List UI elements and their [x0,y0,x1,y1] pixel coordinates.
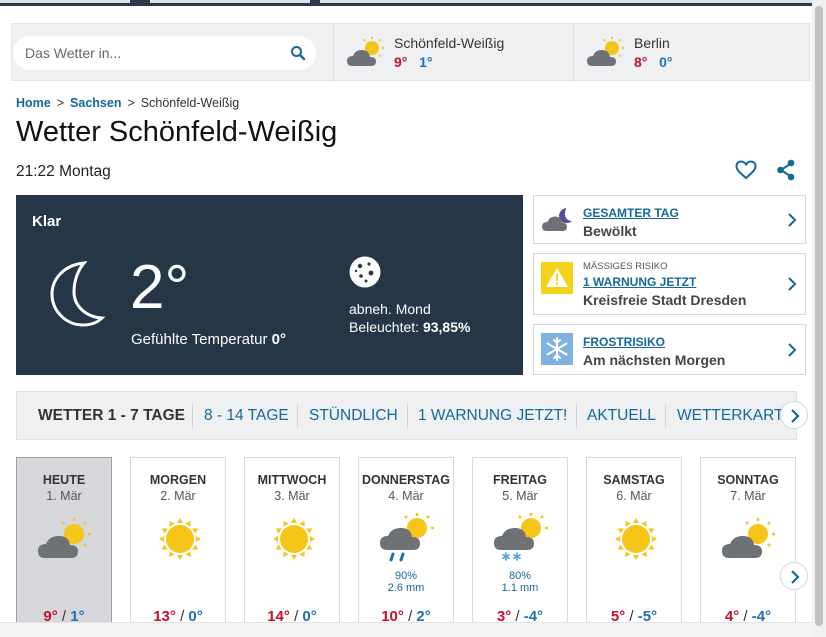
current-time: 21:22 Montag [16,163,111,180]
tab-warning[interactable]: 1 WARNUNG JETZT! [418,392,567,439]
partly-cloudy-icon [38,518,91,558]
browser-bottom-bar [0,622,826,637]
whole-day-summary: Bewölkt [583,223,637,239]
precip-probability: 80% [508,570,532,582]
warning-icon [541,262,573,294]
forecast-tabs: WETTER 1 - 7 TAGE 8 - 14 TAGE STÜNDLICH … [16,391,797,440]
scrollbar[interactable] [812,0,826,637]
search-input[interactable] [25,44,275,62]
app-root: Schönfeld-Weißig 9° 1° Berlin 8° 0° Home… [0,0,826,637]
sun-icon [159,518,201,560]
day-card-thursday[interactable]: DONNERSTAG 4. Mär 90% 2.6 mm 10° / 2° [358,457,454,627]
tabs-next-button[interactable] [780,401,808,429]
chevron-right-icon[interactable] [787,342,797,357]
search-icon[interactable] [290,45,306,61]
location-temps: 9° 1° [394,54,433,70]
chevron-right-icon[interactable] [787,212,797,227]
info-card-frost[interactable]: FROSTRISIKO Am nächsten Morgen [533,324,806,375]
breadcrumb-region[interactable]: Sachsen [70,96,121,110]
info-card-whole-day[interactable]: GESAMTER TAG Bewölkt [533,195,806,244]
header-bar: Schönfeld-Weißig 9° 1° Berlin 8° 0° [11,23,811,82]
precip-probability: 90% [394,570,418,582]
info-card-warning[interactable]: MÄSSIGES RISIKO 1 WARNUNG JETZT Kreisfre… [533,253,806,315]
days-next-button[interactable] [780,562,808,590]
moon-icon [50,261,106,327]
day-card-saturday[interactable]: SAMSTAG 6. Mär 5° / -5° [586,457,682,627]
partly-cloudy-icon [587,37,624,66]
chevron-right-icon [791,409,800,423]
day-card-friday[interactable]: FREITAG 5. Mär 80% 1.1 mm 3° / -4° [472,457,568,627]
day-card-wednesday[interactable]: MITTWOCH 3. Mär 14° / 0° [244,457,340,627]
location-schoenfeld[interactable]: Schönfeld-Weißig 9° 1° [333,24,573,82]
sun-icon [615,518,657,560]
day-card-tomorrow[interactable]: MORGEN 2. Mär 13° / 0° [130,457,226,627]
sun-icon [273,518,315,560]
location-berlin[interactable]: Berlin 8° 0° [573,24,811,82]
moon-phase-name: abneh. Mond [349,301,431,317]
feels-like: Gefühlte Temperatur 0° [131,331,286,348]
location-name: Berlin [634,35,670,51]
browser-top-strip [0,0,826,6]
partly-cloudy-icon [347,37,384,66]
frost-summary: Am nächsten Morgen [583,352,726,368]
tab-1-7-days[interactable]: WETTER 1 - 7 TAGE [38,392,185,439]
warning-risk-level: MÄSSIGES RISIKO [583,261,668,272]
current-condition: Klar [32,213,62,230]
page-title: Wetter Schönfeld-Weißig [16,116,338,148]
share-icon[interactable] [776,159,796,181]
scrollbar-thumb[interactable] [815,6,823,626]
moon-illuminated: Beleuchtet: 93,85% [349,319,471,335]
location-temps: 8° 0° [634,54,673,70]
rain-icon [380,513,434,562]
tab-8-14-days[interactable]: 8 - 14 TAGE [204,392,289,439]
precip-amount: 2.6 mm [387,582,425,594]
warning-link[interactable]: 1 WARNUNG JETZT [583,275,696,289]
snowflake-icon [541,333,573,365]
cloudy-night-icon [542,208,572,231]
moon-phase-icon [349,256,381,288]
tab-hourly[interactable]: STÜNDLICH [309,392,398,439]
day-card-sunday[interactable]: SONNTAG 7. Mär 4° / -4° [700,457,796,627]
location-name: Schönfeld-Weißig [394,35,505,51]
warning-region: Kreisfreie Stadt Dresden [583,292,747,308]
search-box[interactable] [13,36,316,70]
breadcrumb-current: Schönfeld-Weißig [140,96,240,110]
current-temp: 2° [130,253,190,322]
current-weather-card: Klar 2° Gefühlte Temperatur 0° abneh. Mo… [16,195,523,375]
breadcrumb: Home > Sachsen > Schönfeld-Weißig [16,96,240,110]
tab-current[interactable]: AKTUELL [587,392,656,439]
chevron-right-icon [791,570,800,584]
snow-icon [494,513,548,561]
whole-day-link[interactable]: GESAMTER TAG [583,206,679,220]
breadcrumb-home[interactable]: Home [16,96,51,110]
chevron-right-icon[interactable] [787,277,797,291]
day-card-today[interactable]: HEUTE 1. Mär 9° / 1° [16,457,112,627]
partly-cloudy-icon [722,518,775,558]
frost-link[interactable]: FROSTRISIKO [583,335,665,349]
tab-weather-map[interactable]: WETTERKARTE [677,392,794,439]
heart-icon[interactable] [735,160,757,180]
precip-amount: 1.1 mm [501,582,539,594]
